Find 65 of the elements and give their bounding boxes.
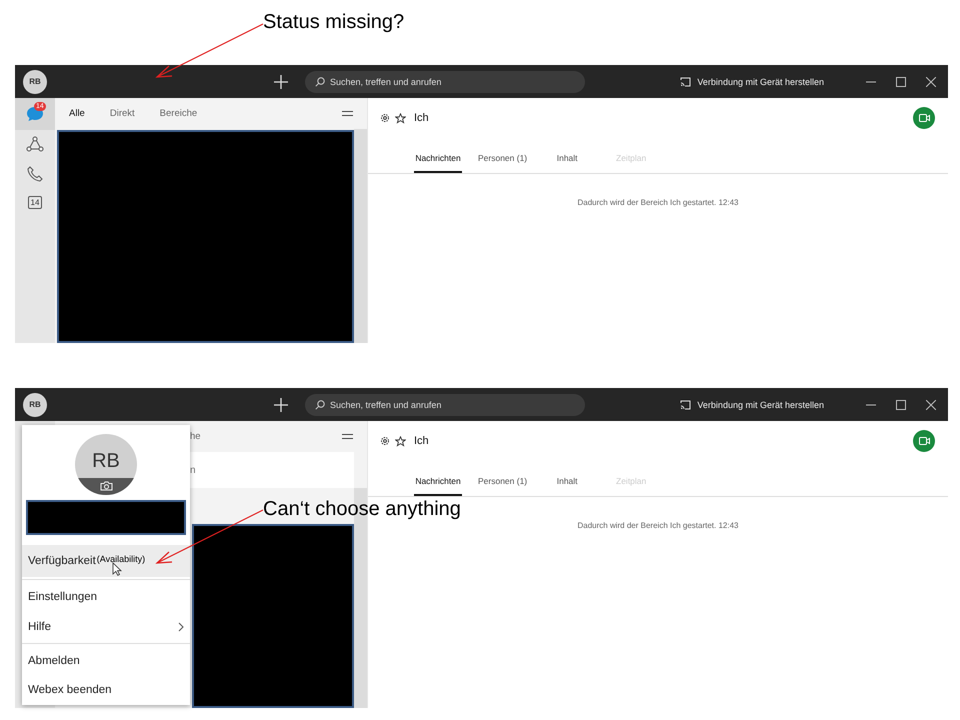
space-title: Ich (414, 435, 429, 447)
video-camera-icon (918, 114, 930, 122)
avatar-button[interactable]: RB (23, 392, 47, 416)
profile-avatar[interactable]: RB (75, 434, 137, 495)
annotation-note: (Availability) (96, 554, 146, 564)
plus-icon[interactable] (274, 74, 288, 88)
space-title: Ich (414, 112, 429, 124)
filter-icon[interactable] (342, 110, 353, 117)
search-icon (315, 76, 325, 86)
team-icon (26, 136, 44, 153)
avatar-button[interactable]: RB (23, 70, 47, 94)
calendar-nav-item[interactable]: 14 (15, 188, 55, 217)
search-field[interactable]: Suchen, treffen und anrufen (305, 70, 585, 92)
search-icon (315, 400, 325, 410)
filter-tab[interactable]: he (190, 431, 201, 442)
activity-message: Dadurch wird der Bereich Ich gestartet. 12:43 (576, 521, 740, 530)
filter-tab[interactable]: Alle (69, 108, 85, 119)
star-icon[interactable] (395, 112, 406, 124)
plus-icon[interactable] (274, 398, 288, 412)
space-tab[interactable]: Personen (1) (478, 476, 528, 496)
menu-item-label: Webex beenden (28, 684, 112, 696)
menu-item-label: Verfügbarkeit (28, 555, 96, 568)
activity-message: Dadurch wird der Bereich Ich gestartet. 12:43 (576, 198, 740, 207)
filter-tab[interactable]: Bereiche (160, 108, 198, 119)
chevron-right-icon (178, 622, 184, 632)
menu-item[interactable]: Webex beenden (22, 676, 190, 705)
maximize-icon[interactable] (896, 76, 906, 86)
menu-item-label: Hilfe (28, 620, 52, 633)
phone-icon (27, 166, 43, 182)
menu-item-label: Einstellungen (28, 591, 98, 604)
menu-item[interactable]: Einstellungen (22, 582, 190, 612)
space-tab[interactable]: Nachrichten (414, 153, 462, 173)
mouse-cursor-icon (112, 562, 122, 576)
star-icon[interactable] (395, 436, 406, 446)
menu-item-label: Abmelden (28, 654, 80, 667)
scrollbar-track[interactable] (354, 129, 367, 343)
space-tab[interactable]: Personen (1) (478, 153, 528, 173)
video-call-button[interactable] (913, 430, 935, 452)
minimize-icon[interactable] (866, 404, 876, 406)
avatar-initials: RB (92, 451, 120, 471)
filter-icon[interactable] (342, 433, 353, 440)
space-name: n (190, 464, 196, 476)
annotation-text: Status missing? (263, 11, 404, 34)
cast-icon[interactable] (680, 400, 692, 410)
space-tab[interactable]: Inhalt (543, 153, 592, 173)
minimize-icon[interactable] (866, 80, 876, 82)
filter-tab[interactable]: Direkt (110, 108, 135, 119)
maximize-icon[interactable] (896, 400, 906, 410)
settings-icon[interactable] (380, 436, 390, 446)
menu-item[interactable]: Abmelden (22, 646, 190, 676)
menu-item[interactable]: Hilfe (22, 612, 190, 642)
annotation-text: Can‘t choose anything (263, 498, 461, 521)
video-camera-icon (918, 437, 930, 445)
space-tab[interactable]: Nachrichten (414, 476, 462, 496)
video-call-button[interactable] (913, 107, 935, 129)
calendar-icon: 14 (28, 196, 42, 209)
space-tab[interactable]: Inhalt (543, 476, 592, 496)
search-field[interactable]: Suchen, treffen und anrufen (305, 394, 585, 416)
close-icon[interactable] (926, 400, 936, 410)
cast-icon[interactable] (680, 76, 692, 86)
camera-icon[interactable] (100, 481, 112, 492)
connect-device-link[interactable]: Verbindung mit Gerät herstellen (697, 400, 824, 410)
connect-device-link[interactable]: Verbindung mit Gerät herstellen (697, 76, 824, 86)
settings-icon[interactable] (380, 113, 390, 123)
close-icon[interactable] (926, 76, 936, 86)
